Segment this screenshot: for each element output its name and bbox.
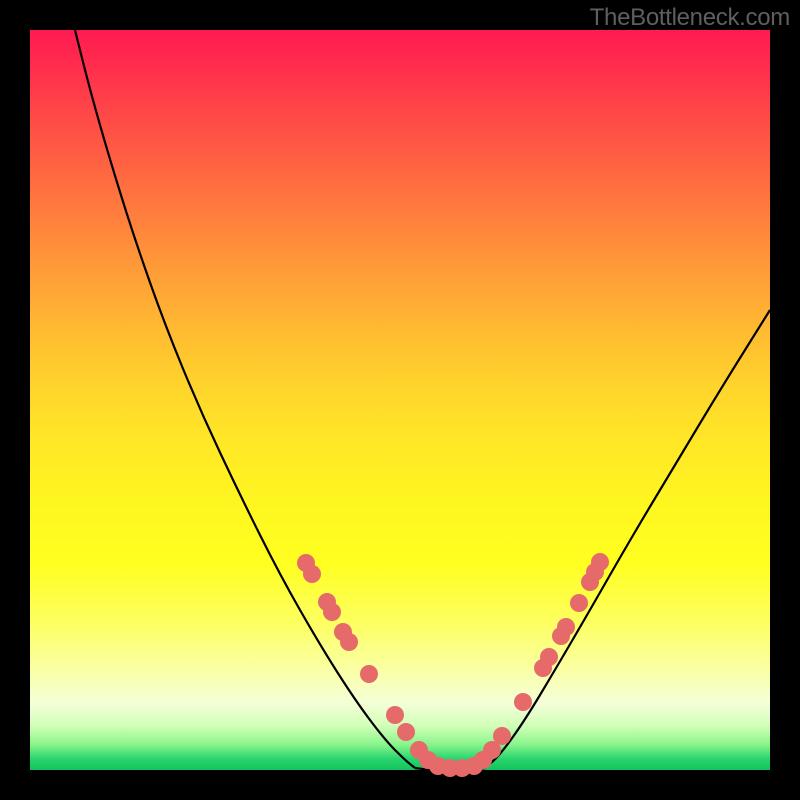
data-marker bbox=[303, 565, 321, 583]
data-marker bbox=[557, 618, 575, 636]
data-marker bbox=[570, 594, 588, 612]
data-marker bbox=[493, 727, 511, 745]
curve-left-branch bbox=[75, 30, 415, 768]
data-marker bbox=[397, 723, 415, 741]
watermark-text: TheBottleneck.com bbox=[590, 4, 790, 32]
data-marker bbox=[514, 693, 532, 711]
chart-svg bbox=[30, 30, 770, 770]
data-marker bbox=[323, 603, 341, 621]
marker-group bbox=[297, 553, 609, 777]
plot-area bbox=[30, 30, 770, 770]
data-marker bbox=[360, 665, 378, 683]
chart-frame: TheBottleneck.com bbox=[0, 0, 800, 800]
data-marker bbox=[340, 633, 358, 651]
data-marker bbox=[540, 648, 558, 666]
data-marker bbox=[591, 553, 609, 571]
data-marker bbox=[386, 706, 404, 724]
curve-group bbox=[75, 30, 770, 770]
